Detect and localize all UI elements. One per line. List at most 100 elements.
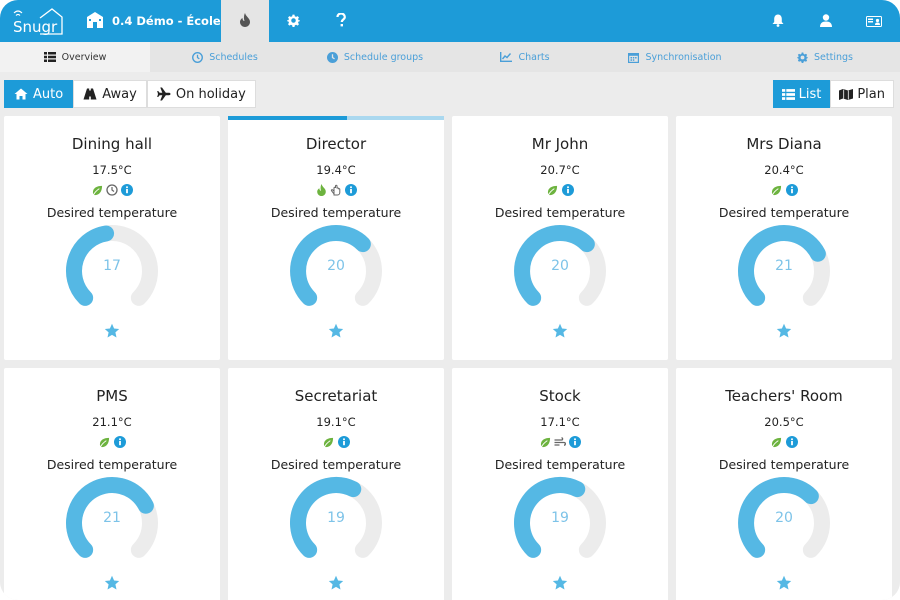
desired-temperature-value: 20 xyxy=(551,258,569,274)
room-temperature: 20.4°C xyxy=(764,163,804,177)
leaf-icon xyxy=(770,184,783,197)
clock-icon xyxy=(326,51,338,63)
leaf-icon xyxy=(322,436,335,449)
room-card[interactable]: Mrs Diana 20.4°C Desired temperature 21 xyxy=(676,116,892,360)
user-icon xyxy=(820,12,832,31)
room-name: Dining hall xyxy=(71,135,153,153)
desired-temperature-gauge[interactable]: 19 xyxy=(289,476,383,570)
tab-overview[interactable]: Overview xyxy=(0,42,150,72)
leaf-icon xyxy=(770,436,783,449)
tab-charts[interactable]: Charts xyxy=(450,42,600,72)
info-icon[interactable] xyxy=(121,184,134,197)
mode-away-button[interactable]: Away xyxy=(73,80,147,108)
star-icon[interactable] xyxy=(328,575,344,591)
desired-temperature-gauge[interactable]: 21 xyxy=(737,224,831,318)
info-icon[interactable] xyxy=(113,436,126,449)
mode-holiday-button[interactable]: On holiday xyxy=(146,80,256,108)
building-icon xyxy=(86,11,104,31)
room-card[interactable]: Mr John 20.7°C Desired temperature 20 xyxy=(452,116,668,360)
desired-temperature-value: 19 xyxy=(551,510,569,526)
star-icon[interactable] xyxy=(104,323,120,339)
tab-label: Synchronisation xyxy=(645,51,722,63)
room-temperature: 17.5°C xyxy=(92,163,132,177)
room-status-icons xyxy=(676,435,892,449)
id-card-icon xyxy=(866,12,882,31)
plane-icon xyxy=(157,87,171,101)
desired-temperature-gauge[interactable]: 17 xyxy=(65,224,159,318)
info-icon[interactable] xyxy=(785,436,798,449)
view-label: Plan xyxy=(857,86,885,102)
info-icon[interactable] xyxy=(345,184,358,197)
desired-temperature-label: Desired temperature xyxy=(46,457,178,472)
notifications-button[interactable] xyxy=(760,0,796,42)
site-selector[interactable]: 0.4 Démo - École xyxy=(86,0,235,42)
map-icon xyxy=(839,88,854,100)
star-icon[interactable] xyxy=(776,575,792,591)
account-card-button[interactable] xyxy=(856,0,892,42)
list-view-button[interactable]: List xyxy=(772,80,831,108)
tab-label: Overview xyxy=(61,51,107,63)
star-icon[interactable] xyxy=(104,575,120,591)
room-grid: Dining hall 17.5°C Desired temperature 1… xyxy=(4,116,894,600)
room-card[interactable]: Teachers' Room 20.5°C Desired temperatur… xyxy=(676,368,892,600)
leaf-icon xyxy=(539,436,552,449)
desired-temperature-label: Desired temperature xyxy=(270,205,402,220)
settings-button[interactable] xyxy=(269,0,317,42)
mode-auto-button[interactable]: Auto xyxy=(4,80,74,108)
star-icon[interactable] xyxy=(328,323,344,339)
clock-icon xyxy=(192,51,204,63)
mode-label: On holiday xyxy=(175,86,246,102)
room-status-icons xyxy=(452,183,668,197)
clock-icon xyxy=(106,184,119,197)
snugr-logo[interactable]: Snugr xyxy=(10,6,64,36)
tab-schedules[interactable]: Schedules xyxy=(150,42,300,72)
mode-label: Away xyxy=(102,86,137,102)
room-card[interactable]: Secretariat 19.1°C Desired temperature 1… xyxy=(228,368,444,600)
calendar-icon xyxy=(628,52,640,63)
wind-icon xyxy=(554,436,567,449)
room-card[interactable]: Stock 17.1°C Desired temperature 19 xyxy=(452,368,668,600)
help-button[interactable] xyxy=(317,0,365,42)
star-icon[interactable] xyxy=(776,323,792,339)
desired-temperature-label: Desired temperature xyxy=(718,457,850,472)
room-status-icons xyxy=(452,435,668,449)
desired-temperature-gauge[interactable]: 19 xyxy=(513,476,607,570)
tab-schedule-groups[interactable]: Schedule groups xyxy=(300,42,450,72)
desired-temperature-value: 20 xyxy=(775,510,793,526)
list-icon xyxy=(781,88,795,100)
room-status-icons xyxy=(228,183,444,197)
leaf-icon xyxy=(546,184,559,197)
tab-synchronisation[interactable]: Synchronisation xyxy=(600,42,750,72)
logo-text: Snugr xyxy=(13,18,58,36)
info-icon[interactable] xyxy=(337,436,350,449)
desired-temperature-label: Desired temperature xyxy=(718,205,850,220)
desired-temperature-gauge[interactable]: 21 xyxy=(65,476,159,570)
tab-label: Settings xyxy=(814,51,853,63)
room-temperature: 20.7°C xyxy=(540,163,580,177)
room-status-icons xyxy=(4,435,220,449)
view-selector: List Plan xyxy=(772,80,894,108)
heating-button[interactable] xyxy=(221,0,269,42)
room-card[interactable]: Director 19.4°C Desired temperature 20 xyxy=(228,116,444,360)
info-icon[interactable] xyxy=(569,436,582,449)
room-temperature: 20.5°C xyxy=(764,415,804,429)
user-button[interactable] xyxy=(808,0,844,42)
hand-icon xyxy=(330,184,343,197)
room-name: Director xyxy=(305,135,367,153)
star-icon[interactable] xyxy=(552,575,568,591)
desired-temperature-gauge[interactable]: 20 xyxy=(737,476,831,570)
tab-settings[interactable]: Settings xyxy=(750,42,900,72)
room-card[interactable]: PMS 21.1°C Desired temperature 21 xyxy=(4,368,220,600)
info-icon[interactable] xyxy=(785,184,798,197)
room-temperature: 21.1°C xyxy=(92,415,132,429)
room-card[interactable]: Dining hall 17.5°C Desired temperature 1… xyxy=(4,116,220,360)
info-icon[interactable] xyxy=(561,184,574,197)
room-temperature: 19.4°C xyxy=(316,163,356,177)
desired-temperature-gauge[interactable]: 20 xyxy=(289,224,383,318)
flame-icon xyxy=(315,184,328,197)
desired-temperature-gauge[interactable]: 20 xyxy=(513,224,607,318)
star-icon[interactable] xyxy=(552,323,568,339)
room-name: Mrs Diana xyxy=(746,135,822,153)
plan-view-button[interactable]: Plan xyxy=(830,80,894,108)
room-name: Mr John xyxy=(531,135,589,153)
